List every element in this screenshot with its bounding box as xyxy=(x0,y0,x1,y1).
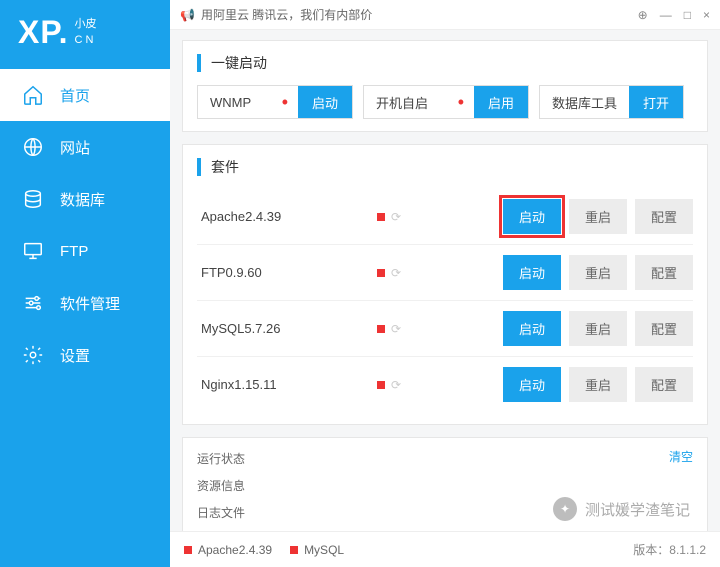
clear-button[interactable]: 清空 xyxy=(669,448,693,465)
wnmp-combo: WNMP• 启动 xyxy=(197,85,353,119)
status-dot-icon xyxy=(184,546,192,554)
suite-row-nginx: Nginx1.15.11 ⟳ 启动 重启 配置 xyxy=(197,357,693,412)
globe-icon xyxy=(22,136,44,158)
tab-resource[interactable]: 资源信息 xyxy=(197,475,693,496)
suite-card: 套件 Apache2.4.39 ⟳ 启动 重启 配置 FTP0.9.60 ⟳ xyxy=(182,144,708,425)
nav-settings[interactable]: 设置 xyxy=(0,329,170,381)
restart-button[interactable]: 重启 xyxy=(569,311,627,346)
suite-title: 套件 xyxy=(197,157,693,177)
nav-label: FTP xyxy=(60,243,88,260)
nav-label: 网站 xyxy=(60,137,90,158)
tab-log[interactable]: 日志文件 xyxy=(197,502,693,523)
suite-name: Apache2.4.39 xyxy=(197,209,377,224)
nav-db[interactable]: 数据库 xyxy=(0,173,170,225)
nav-home[interactable]: 首页 xyxy=(0,69,170,121)
quickstart-title: 一键启动 xyxy=(197,53,693,73)
footer: Apache2.4.39 MySQL 版本：8.1.1.2 xyxy=(170,531,720,567)
refresh-icon[interactable]: ⟳ xyxy=(391,266,401,280)
topbar: 📢 用阿里云 腾讯云，我们有内部价 ⊕ — □ × xyxy=(170,0,720,30)
monitor-icon xyxy=(22,240,44,262)
suite-row-apache: Apache2.4.39 ⟳ 启动 重启 配置 xyxy=(197,189,693,245)
config-button[interactable]: 配置 xyxy=(635,367,693,402)
logo-main: XP. xyxy=(18,14,68,51)
status-dot-icon xyxy=(377,269,385,277)
minimize-button[interactable]: — xyxy=(660,8,672,22)
sidebar: XP. 小皮C N 首页 网站 数据库 FTP xyxy=(0,0,170,567)
suite-name: Nginx1.15.11 xyxy=(197,377,377,392)
database-icon xyxy=(22,188,44,210)
home-icon xyxy=(22,84,44,106)
wnmp-select[interactable]: WNMP• xyxy=(198,86,298,118)
footer-stat-apache: Apache2.4.39 xyxy=(184,543,272,557)
dbtool-label: 数据库工具 xyxy=(540,86,629,118)
main: 📢 用阿里云 腾讯云，我们有内部价 ⊕ — □ × 一键启动 WNMP• 启动 xyxy=(170,0,720,567)
nav-label: 首页 xyxy=(60,85,90,106)
window-controls: ⊕ — □ × xyxy=(638,8,710,22)
announce-text[interactable]: 用阿里云 腾讯云，我们有内部价 xyxy=(201,6,372,23)
restart-button[interactable]: 重启 xyxy=(569,255,627,290)
status-dot-icon xyxy=(377,325,385,333)
suite-status: ⟳ xyxy=(377,322,457,336)
refresh-icon[interactable]: ⟳ xyxy=(391,322,401,336)
suite-row-mysql: MySQL5.7.26 ⟳ 启动 重启 配置 xyxy=(197,301,693,357)
quickstart-card: 一键启动 WNMP• 启动 开机自启• 启用 xyxy=(182,40,708,132)
nav-label: 软件管理 xyxy=(60,293,120,314)
tab-runtime[interactable]: 运行状态 xyxy=(197,448,693,469)
start-button[interactable]: 启动 xyxy=(503,255,561,290)
close-button[interactable]: × xyxy=(703,8,710,22)
footer-stat-mysql: MySQL xyxy=(290,543,344,557)
start-button[interactable]: 启动 xyxy=(503,311,561,346)
content: 一键启动 WNMP• 启动 开机自启• 启用 xyxy=(170,30,720,531)
boot-select[interactable]: 开机自启• xyxy=(364,86,474,118)
nav-label: 数据库 xyxy=(60,189,105,210)
version: 版本：8.1.1.2 xyxy=(633,541,706,558)
config-button[interactable]: 配置 xyxy=(635,255,693,290)
suite-row-ftp: FTP0.9.60 ⟳ 启动 重启 配置 xyxy=(197,245,693,301)
dbtool-open-button[interactable]: 打开 xyxy=(629,86,683,118)
suite-name: FTP0.9.60 xyxy=(197,265,377,280)
suite-status: ⟳ xyxy=(377,378,457,392)
boot-combo: 开机自启• 启用 xyxy=(363,85,529,119)
dbtool-combo: 数据库工具 打开 xyxy=(539,85,684,119)
nav: 首页 网站 数据库 FTP 软件管理 设置 xyxy=(0,63,170,381)
nav-label: 设置 xyxy=(60,345,90,366)
maximize-button[interactable]: □ xyxy=(684,8,691,22)
logo-sub: 小皮C N xyxy=(74,17,96,48)
status-dot-icon xyxy=(290,546,298,554)
sliders-icon xyxy=(22,292,44,314)
suite-status: ⟳ xyxy=(377,266,457,280)
pin-button[interactable]: ⊕ xyxy=(638,8,648,22)
panel-tabs: 运行状态 资源信息 日志文件 xyxy=(197,448,693,523)
refresh-icon[interactable]: ⟳ xyxy=(391,378,401,392)
status-dot-icon xyxy=(377,381,385,389)
logo: XP. 小皮C N xyxy=(0,0,170,63)
suite-name: MySQL5.7.26 xyxy=(197,321,377,336)
start-button[interactable]: 启动 xyxy=(503,367,561,402)
restart-button[interactable]: 重启 xyxy=(569,199,627,234)
status-dot-icon xyxy=(377,213,385,221)
nav-site[interactable]: 网站 xyxy=(0,121,170,173)
refresh-icon[interactable]: ⟳ xyxy=(391,210,401,224)
config-button[interactable]: 配置 xyxy=(635,311,693,346)
announce-icon: 📢 xyxy=(180,8,195,22)
nav-software[interactable]: 软件管理 xyxy=(0,277,170,329)
boot-enable-button[interactable]: 启用 xyxy=(474,86,528,118)
config-button[interactable]: 配置 xyxy=(635,199,693,234)
status-panel: 清空 运行状态 资源信息 日志文件 xyxy=(182,437,708,531)
wnmp-start-button[interactable]: 启动 xyxy=(298,86,352,118)
start-button[interactable]: 启动 xyxy=(503,199,561,234)
restart-button[interactable]: 重启 xyxy=(569,367,627,402)
gear-icon xyxy=(22,344,44,366)
panel-body xyxy=(197,523,693,531)
suite-status: ⟳ xyxy=(377,210,457,224)
nav-ftp[interactable]: FTP xyxy=(0,225,170,277)
